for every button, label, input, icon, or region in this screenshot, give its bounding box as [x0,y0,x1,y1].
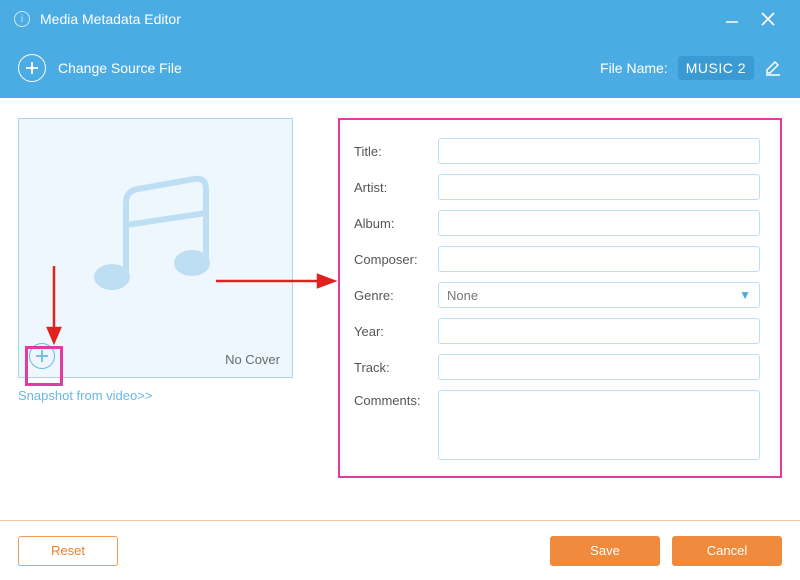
cancel-button[interactable]: Cancel [672,536,782,566]
change-source-label: Change Source File [58,60,182,76]
title-bar: i Media Metadata Editor [0,0,800,38]
title-label: Title: [354,144,438,159]
info-icon: i [14,11,30,27]
cover-preview: No Cover [18,118,293,378]
artist-label: Artist: [354,180,438,195]
change-source-button[interactable]: Change Source File [18,54,182,82]
chevron-down-icon: ▼ [739,288,751,302]
genre-select[interactable]: None ▼ [438,282,760,308]
year-label: Year: [354,324,438,339]
footer: Reset Save Cancel [0,520,800,580]
reset-button[interactable]: Reset [18,536,118,566]
comments-input[interactable] [438,390,760,460]
close-button[interactable] [750,1,786,37]
track-input[interactable] [438,354,760,380]
metadata-form: Title: Artist: Album: Composer: Genre: N… [338,118,782,478]
title-input[interactable] [438,138,760,164]
minimize-button[interactable] [714,1,750,37]
pencil-icon [764,59,782,77]
plus-circle-icon [29,343,55,369]
toolbar: Change Source File File Name: MUSIC 2 [0,38,800,98]
edit-filename-button[interactable] [764,59,782,77]
genre-label: Genre: [354,288,438,303]
year-input[interactable] [438,318,760,344]
artist-input[interactable] [438,174,760,200]
comments-label: Comments: [354,390,438,408]
album-input[interactable] [438,210,760,236]
add-cover-button[interactable] [27,341,57,371]
composer-label: Composer: [354,252,438,267]
window-title: Media Metadata Editor [40,11,181,27]
music-note-icon [76,173,236,323]
composer-input[interactable] [438,246,760,272]
snapshot-from-video-link[interactable]: Snapshot from video>> [18,388,298,403]
no-cover-label: No Cover [225,352,280,367]
plus-circle-icon [18,54,46,82]
album-label: Album: [354,216,438,231]
save-button[interactable]: Save [550,536,660,566]
track-label: Track: [354,360,438,375]
file-name-label: File Name: [600,60,668,76]
file-name-value: MUSIC 2 [678,56,754,80]
genre-value: None [447,288,478,303]
